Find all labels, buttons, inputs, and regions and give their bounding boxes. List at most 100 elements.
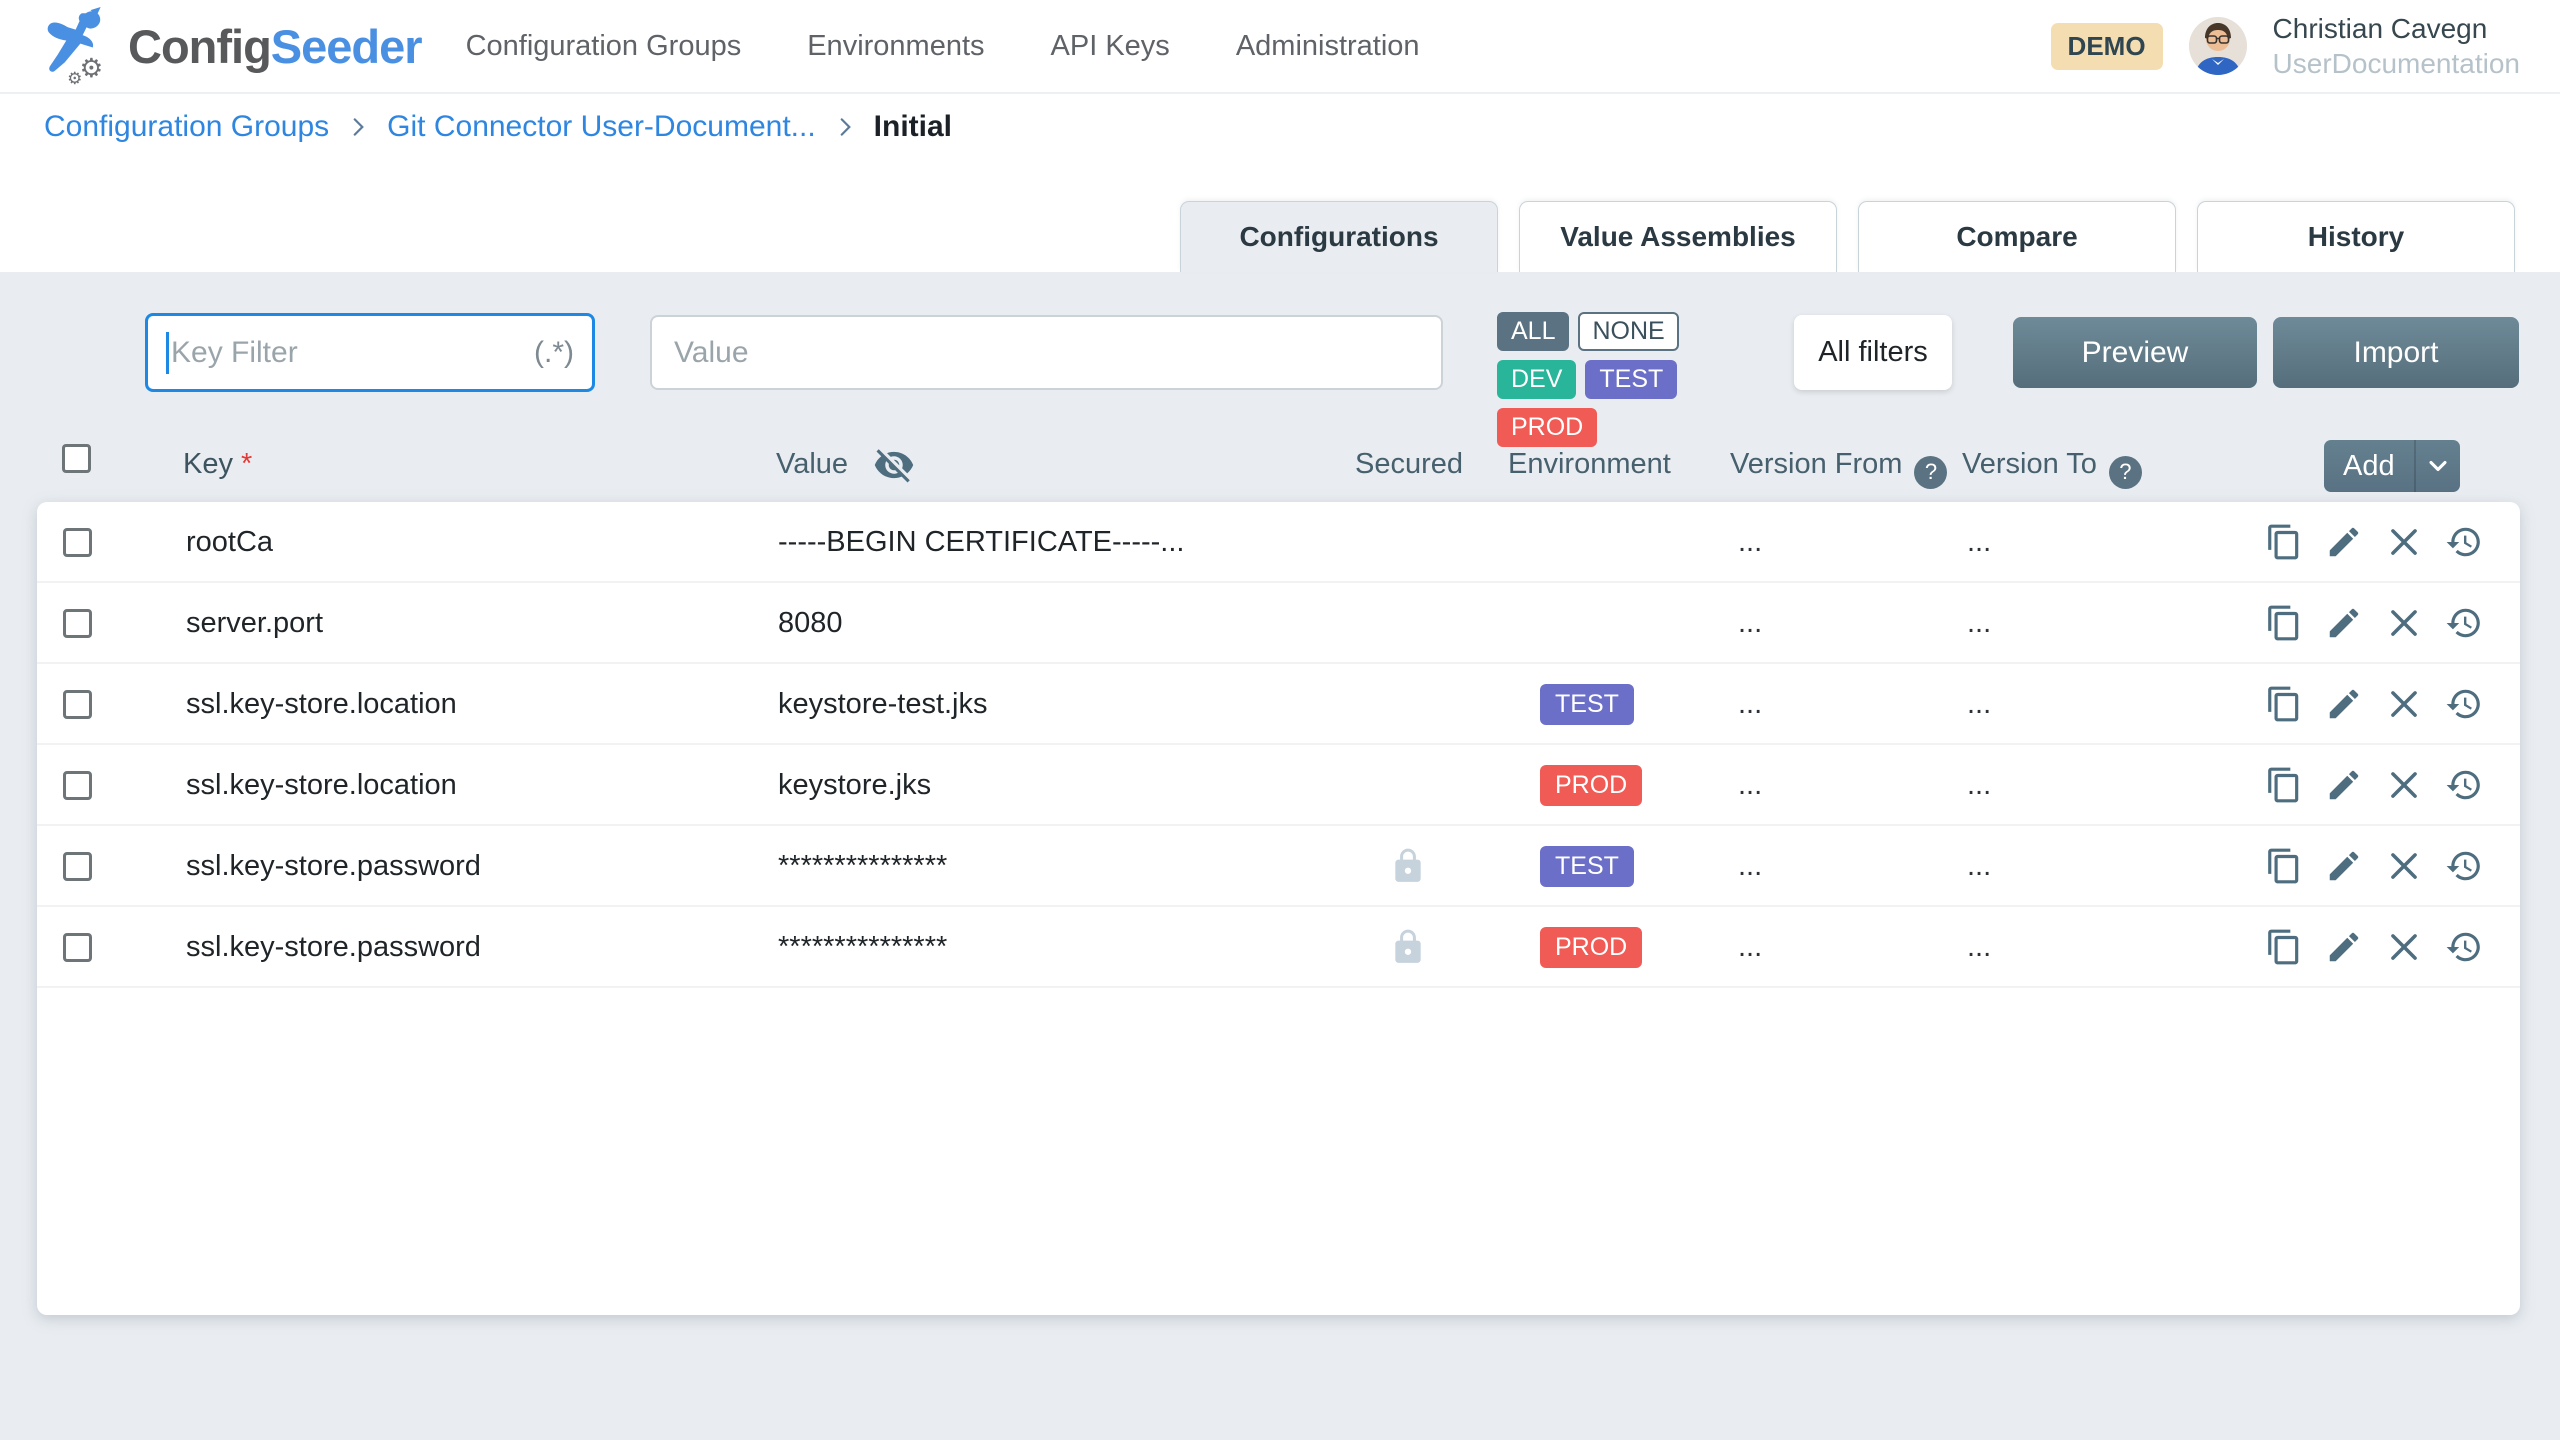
chevron-down-icon	[2424, 452, 2452, 480]
row-checkbox[interactable]	[63, 933, 92, 962]
row-checkbox[interactable]	[63, 609, 92, 638]
brand-config-text: Config	[128, 20, 271, 73]
tab-history[interactable]: History	[2197, 201, 2515, 272]
value-filter-input[interactable]	[674, 336, 1419, 370]
row-checkbox[interactable]	[63, 690, 92, 719]
chevron-right-icon	[345, 114, 371, 140]
nav-item-api-keys[interactable]: API Keys	[1051, 30, 1170, 63]
lock-icon	[1389, 847, 1427, 885]
history-icon	[2445, 847, 2483, 885]
delete-button[interactable]	[2384, 927, 2424, 967]
breadcrumb: Configuration Groups Git Connector User-D…	[44, 110, 952, 144]
copy-icon	[2265, 604, 2303, 642]
eye-slash-icon[interactable]	[873, 444, 915, 486]
copy-button[interactable]	[2264, 765, 2304, 805]
breadcrumb-item-configuration-groups[interactable]: Configuration Groups	[44, 110, 329, 144]
delete-button[interactable]	[2384, 846, 2424, 886]
edit-button[interactable]	[2324, 684, 2364, 724]
user-tenant: UserDocumentation	[2273, 46, 2520, 81]
config-value: -----BEGIN CERTIFICATE-----...	[778, 502, 1184, 583]
history-button[interactable]	[2444, 603, 2484, 643]
delete-icon	[2385, 847, 2423, 885]
config-value: ***************	[778, 826, 947, 907]
copy-button[interactable]	[2264, 522, 2304, 562]
key-filter-input[interactable]	[171, 336, 524, 370]
history-button[interactable]	[2444, 522, 2484, 562]
regex-suffix: (.*)	[534, 336, 574, 370]
copy-icon	[2265, 766, 2303, 804]
svg-text:⚙: ⚙	[80, 53, 104, 83]
history-button[interactable]	[2444, 684, 2484, 724]
config-key: ssl.key-store.password	[186, 907, 481, 988]
row-checkbox[interactable]	[63, 771, 92, 800]
user-menu[interactable]: Christian Cavegn UserDocumentation	[2273, 11, 2520, 81]
text-caret	[166, 332, 169, 374]
row-checkbox[interactable]	[63, 852, 92, 881]
copy-icon	[2265, 928, 2303, 966]
delete-icon	[2385, 685, 2423, 723]
add-dropdown-toggle[interactable]	[2414, 440, 2460, 492]
delete-button[interactable]	[2384, 603, 2424, 643]
history-button[interactable]	[2444, 846, 2484, 886]
history-icon	[2445, 766, 2483, 804]
copy-button[interactable]	[2264, 684, 2304, 724]
lock-icon	[1389, 928, 1427, 966]
nav-item-administration[interactable]: Administration	[1236, 30, 1420, 63]
breadcrumb-item-git-connector-user-document[interactable]: Git Connector User-Document...	[387, 110, 815, 144]
table-row: ssl.key-store.password***************PRO…	[37, 907, 2520, 988]
table-header: Key* Value Secured Environment Version F…	[0, 438, 2560, 498]
delete-button[interactable]	[2384, 684, 2424, 724]
env-filter-badge-all[interactable]: ALL	[1497, 312, 1569, 351]
brand-title: ConfigSeeder	[128, 19, 422, 74]
question-mark-icon[interactable]: ?	[1914, 456, 1947, 489]
table-row: ssl.key-store.locationkeystore-test.jksT…	[37, 664, 2520, 745]
key-filter-field[interactable]: (.*)	[145, 313, 595, 392]
row-checkbox[interactable]	[63, 528, 92, 557]
config-key: ssl.key-store.password	[186, 826, 481, 907]
version-to: ...	[1967, 826, 1991, 907]
question-mark-icon[interactable]: ?	[2109, 456, 2142, 489]
copy-button[interactable]	[2264, 846, 2304, 886]
version-to: ...	[1967, 745, 1991, 826]
version-from: ...	[1738, 907, 1762, 988]
nav-item-configuration-groups[interactable]: Configuration Groups	[466, 30, 742, 63]
delete-button[interactable]	[2384, 765, 2424, 805]
table-body: rootCa-----BEGIN CERTIFICATE-----.......…	[37, 502, 2520, 988]
table-row: rootCa-----BEGIN CERTIFICATE-----.......…	[37, 502, 2520, 583]
tab-value-assemblies[interactable]: Value Assemblies	[1519, 201, 1837, 272]
config-key: server.port	[186, 583, 323, 664]
value-filter-field[interactable]	[650, 315, 1443, 390]
version-from: ...	[1738, 826, 1762, 907]
edit-button[interactable]	[2324, 765, 2364, 805]
edit-button[interactable]	[2324, 522, 2364, 562]
tab-bar: Configurations Value Assemblies Compare His…	[1180, 201, 2515, 272]
edit-button[interactable]	[2324, 603, 2364, 643]
history-button[interactable]	[2444, 765, 2484, 805]
all-filters-button[interactable]: All filters	[1794, 315, 1952, 390]
environment-badge: TEST	[1540, 684, 1634, 725]
tab-configurations[interactable]: Configurations	[1180, 201, 1498, 272]
add-button[interactable]: Add	[2324, 440, 2414, 492]
history-button[interactable]	[2444, 927, 2484, 967]
column-header-secured: Secured	[1355, 448, 1463, 481]
brand-logo[interactable]: ⚙ ⚙ ConfigSeeder	[36, 7, 422, 85]
import-button[interactable]: Import	[2273, 317, 2519, 388]
table-row: ssl.key-store.password***************TES…	[37, 826, 2520, 907]
select-all-checkbox[interactable]	[62, 444, 91, 473]
edit-icon	[2325, 685, 2363, 723]
row-actions	[2264, 826, 2484, 905]
column-header-key: Key*	[183, 448, 252, 481]
nav-item-environments[interactable]: Environments	[807, 30, 984, 63]
delete-button[interactable]	[2384, 522, 2424, 562]
edit-button[interactable]	[2324, 927, 2364, 967]
edit-button[interactable]	[2324, 846, 2364, 886]
copy-button[interactable]	[2264, 927, 2304, 967]
preview-button[interactable]: Preview	[2013, 317, 2257, 388]
env-filter-badge-dev[interactable]: DEV	[1497, 360, 1576, 399]
env-filter-badge-none[interactable]: NONE	[1578, 312, 1678, 351]
copy-button[interactable]	[2264, 603, 2304, 643]
history-icon	[2445, 685, 2483, 723]
tab-compare[interactable]: Compare	[1858, 201, 2176, 272]
env-filter-badge-test[interactable]: TEST	[1585, 360, 1677, 399]
user-avatar[interactable]	[2189, 17, 2247, 75]
